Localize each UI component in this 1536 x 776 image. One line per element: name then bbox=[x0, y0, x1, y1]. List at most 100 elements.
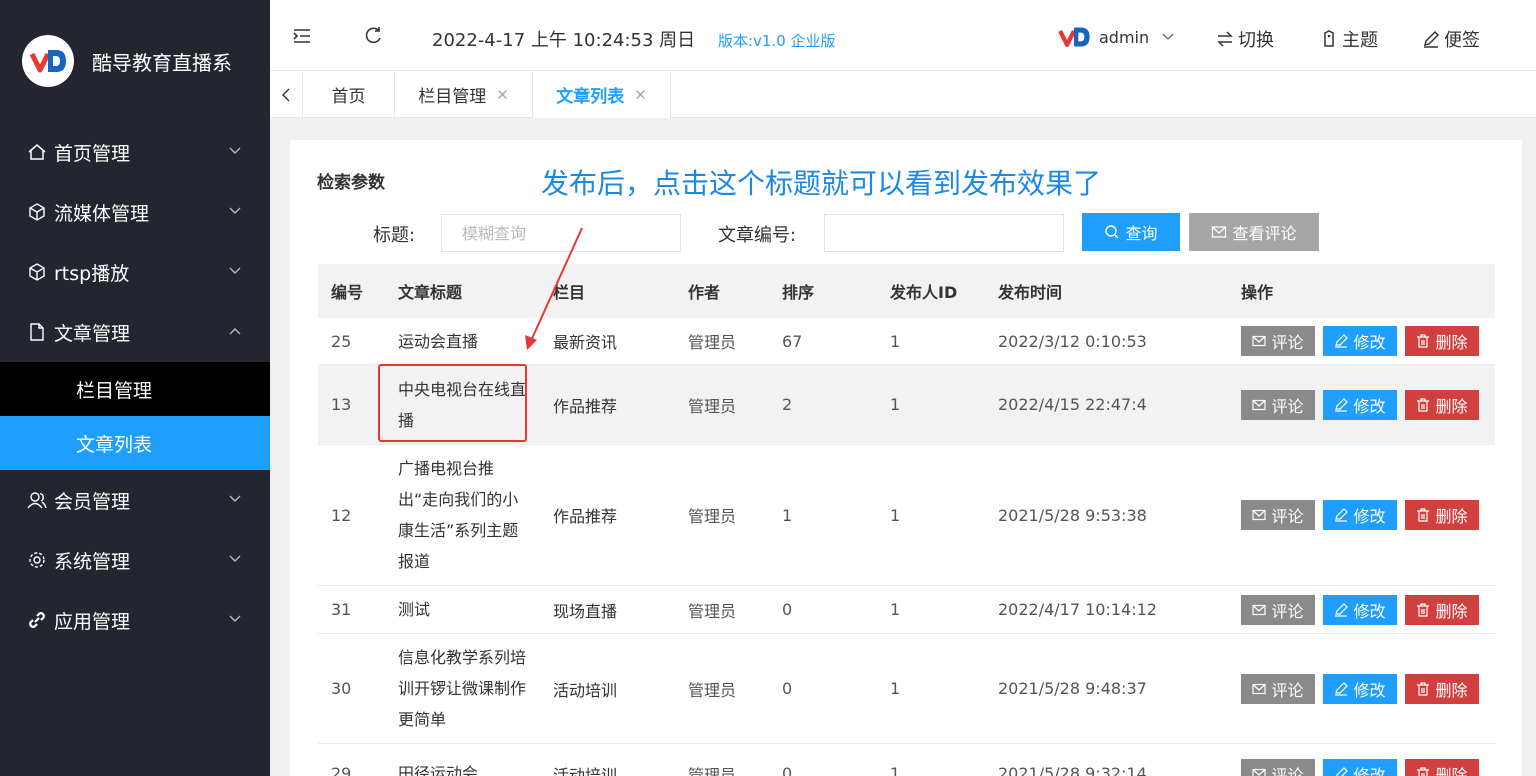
tab-home[interactable]: 首页 bbox=[303, 71, 395, 118]
menu-fold-icon[interactable] bbox=[292, 26, 312, 46]
sidebar-item-rtsp[interactable]: rtsp播放 bbox=[0, 242, 270, 302]
delete-button[interactable]: 删除 bbox=[1405, 389, 1479, 420]
cell-category: 活动培训 bbox=[553, 680, 618, 700]
comment-button[interactable]: 评论 bbox=[1241, 758, 1315, 776]
edit-label: 修改 bbox=[1353, 333, 1386, 352]
close-icon[interactable]: ✕ bbox=[634, 86, 647, 104]
tab-label: 栏目管理 bbox=[418, 87, 487, 107]
tab-scroll-left-button[interactable] bbox=[270, 71, 303, 118]
delete-button[interactable]: 删除 bbox=[1405, 673, 1479, 704]
view-comments-button[interactable]: 查看评论 bbox=[1189, 213, 1319, 251]
comment-button[interactable]: 评论 bbox=[1241, 594, 1315, 625]
article-number-input[interactable] bbox=[824, 214, 1064, 252]
sidebar: 酷导教育直播系 首页管理 流媒体管理 rtsp播放 文章管理 栏目管理 文章列表 bbox=[0, 0, 270, 776]
cell-publisher-id: 1 bbox=[890, 600, 901, 619]
sidebar-item-home[interactable]: 首页管理 bbox=[0, 122, 270, 182]
table-row: 29 田径运动会 活动培训 管理员 0 1 2021/5/28 9:32:14 评论 修改 … bbox=[318, 744, 1495, 776]
cell-category: 作品推荐 bbox=[553, 507, 618, 526]
mail-icon bbox=[1252, 683, 1267, 694]
close-icon[interactable]: ✕ bbox=[496, 86, 509, 104]
trash-icon bbox=[1417, 334, 1430, 348]
refresh-icon[interactable] bbox=[363, 26, 383, 46]
table-row: 30 信息化教学系列培训开锣让微课制作更简单 活动培训 管理员 0 1 2021/5/28 … bbox=[318, 634, 1495, 744]
comment-label: 评论 bbox=[1271, 396, 1304, 416]
comment-button[interactable]: 评论 bbox=[1241, 500, 1315, 530]
comment-button[interactable]: 评论 bbox=[1241, 326, 1315, 356]
comment-label: 评论 bbox=[1271, 601, 1304, 621]
column-header-id: 编号 bbox=[331, 283, 364, 302]
mail-icon bbox=[1252, 604, 1267, 615]
sidebar-item-members[interactable]: 会员管理 bbox=[0, 470, 270, 530]
edit-button[interactable]: 修改 bbox=[1323, 673, 1397, 704]
sidebar-item-label: 系统管理 bbox=[54, 550, 131, 573]
mail-icon bbox=[1252, 768, 1267, 776]
user-menu[interactable]: admin bbox=[1055, 24, 1175, 50]
switch-button[interactable]: 切换 bbox=[1216, 26, 1274, 52]
cell-sort: 67 bbox=[782, 331, 803, 351]
pen-icon bbox=[1335, 334, 1349, 348]
table-row: 25 运动会直播 最新资讯 管理员 67 1 2022/3/12 0:10:53 评论 修改… bbox=[318, 318, 1495, 365]
file-icon bbox=[26, 321, 48, 343]
sidebar-subitem-column-management[interactable]: 栏目管理 bbox=[0, 362, 270, 416]
pen-icon bbox=[1336, 766, 1349, 776]
article-title-link[interactable]: 广播电视台推出“走向我们的小康生活”系列主题报道 bbox=[398, 453, 528, 577]
delete-button[interactable]: 删除 bbox=[1405, 594, 1479, 625]
trash-icon bbox=[1417, 681, 1430, 696]
article-title-link[interactable]: 田径运动会 bbox=[398, 758, 528, 776]
chevron-left-icon bbox=[282, 88, 290, 101]
sidebar-item-articles[interactable]: 文章管理 bbox=[0, 302, 270, 362]
edit-button[interactable]: 修改 bbox=[1323, 758, 1397, 776]
annotation-text: 发布后，点击这个标题就可以看到发布效果了 bbox=[541, 167, 1102, 200]
cell-publisher-id: 1 bbox=[890, 505, 901, 525]
cell-sort: 0 bbox=[782, 764, 793, 776]
delete-label: 删除 bbox=[1435, 680, 1468, 700]
users-icon bbox=[26, 489, 48, 511]
tab-article-list[interactable]: 文章列表 ✕ bbox=[533, 71, 671, 118]
cell-publisher-id: 1 bbox=[890, 331, 901, 351]
trash-icon bbox=[1417, 766, 1430, 776]
cell-time: 2021/5/28 9:32:14 bbox=[998, 764, 1147, 776]
row-actions: 评论 修改 删除 bbox=[1241, 758, 1487, 776]
article-title-link[interactable]: 测试 bbox=[398, 594, 528, 625]
delete-label: 删除 bbox=[1435, 507, 1468, 526]
cell-sort: 1 bbox=[782, 505, 793, 525]
edit-button[interactable]: 修改 bbox=[1323, 594, 1397, 625]
article-title-link[interactable]: 信息化教学系列培训开锣让微课制作更简单 bbox=[398, 642, 528, 735]
sidebar-item-label: 首页管理 bbox=[54, 142, 131, 165]
edit-button[interactable]: 修改 bbox=[1323, 326, 1397, 356]
sidebar-subitem-article-list[interactable]: 文章列表 bbox=[0, 416, 270, 470]
cell-sort: 2 bbox=[782, 395, 793, 414]
comment-button[interactable]: 评论 bbox=[1241, 389, 1315, 420]
article-title-link[interactable]: 中央电视台在线直播 bbox=[398, 374, 528, 436]
brand[interactable]: 酷导教育直播系 bbox=[0, 0, 270, 122]
sidebar-item-system[interactable]: 系统管理 bbox=[0, 530, 270, 590]
theme-button[interactable]: 主题 bbox=[1320, 26, 1378, 52]
column-header-category: 栏目 bbox=[553, 283, 586, 302]
cell-author: 管理员 bbox=[688, 601, 737, 621]
chevron-down-icon bbox=[229, 555, 241, 562]
edit-button[interactable]: 修改 bbox=[1323, 389, 1397, 420]
delete-button[interactable]: 删除 bbox=[1405, 326, 1479, 356]
pen-icon bbox=[1335, 681, 1349, 696]
notes-button[interactable]: 便签 bbox=[1422, 26, 1480, 52]
title-search-input[interactable] bbox=[441, 214, 681, 252]
sidebar-item-apps[interactable]: 应用管理 bbox=[0, 590, 270, 650]
tab-bar: 首页 栏目管理 ✕ 文章列表 ✕ bbox=[270, 71, 1536, 118]
chevron-down-icon bbox=[229, 207, 241, 214]
query-button[interactable]: 查询 bbox=[1082, 213, 1180, 251]
article-title-link[interactable]: 运动会直播 bbox=[398, 326, 528, 357]
comment-label: 评论 bbox=[1271, 680, 1304, 700]
delete-button[interactable]: 删除 bbox=[1405, 500, 1479, 530]
cell-category: 作品推荐 bbox=[553, 396, 618, 416]
sidebar-item-label: rtsp播放 bbox=[54, 262, 130, 285]
edit-button[interactable]: 修改 bbox=[1323, 500, 1397, 530]
username: admin bbox=[1099, 27, 1150, 47]
comment-button[interactable]: 评论 bbox=[1241, 673, 1315, 704]
cell-category: 活动培训 bbox=[553, 765, 618, 776]
tab-column-management[interactable]: 栏目管理 ✕ bbox=[395, 71, 533, 118]
delete-button[interactable]: 删除 bbox=[1405, 758, 1479, 776]
sidebar-item-streaming[interactable]: 流媒体管理 bbox=[0, 182, 270, 242]
switch-icon bbox=[1217, 31, 1233, 47]
cell-id: 13 bbox=[331, 395, 352, 414]
chevron-down-icon bbox=[229, 615, 241, 622]
